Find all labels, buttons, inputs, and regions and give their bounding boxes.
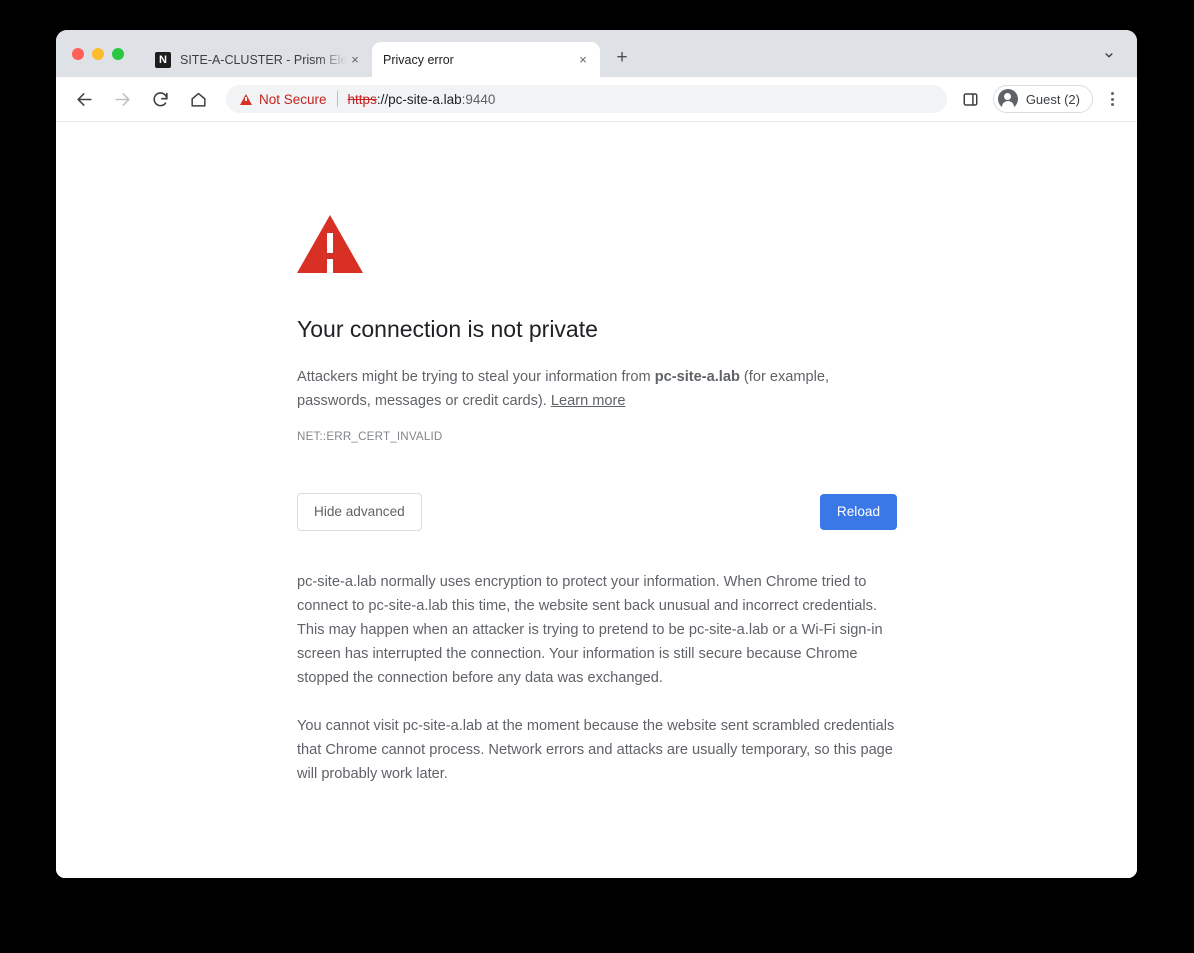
warning-triangle-icon [297,215,363,273]
lead-hostname: pc-site-a.lab [654,368,740,385]
page-viewport: Your connection is not private Attackers… [56,122,1137,878]
nutanix-favicon: N [155,51,171,68]
learn-more-link[interactable]: Learn more [551,393,626,409]
lead-paragraph: Attackers might be trying to steal your … [297,366,897,413]
tab-title: SITE-A-CLUSTER - Prism Elem [180,52,347,67]
reload-button[interactable]: Reload [819,494,897,531]
back-arrow-icon[interactable] [70,85,98,113]
lead-text-before: Attackers might be trying to steal your … [297,368,655,385]
url-text: https://pc-site-a.lab:9440 [348,92,496,107]
advanced-paragraph-1: pc-site-a.lab normally uses encryption t… [297,574,883,687]
url-port: :9440 [461,91,496,107]
interstitial-button-row: Hide advanced Reload [297,493,897,532]
error-code: NET::ERR_CERT_INVALID [297,430,443,444]
reload-icon[interactable] [146,85,174,113]
chevron-down-icon[interactable] [1095,41,1123,69]
browser-window: N SITE-A-CLUSTER - Prism Elem × Privacy … [56,30,1137,878]
zoom-window-button[interactable] [112,47,124,60]
tab-privacy-error[interactable]: Privacy error × [372,42,600,77]
tab-strip: N SITE-A-CLUSTER - Prism Elem × Privacy … [56,30,1137,77]
tab-list: N SITE-A-CLUSTER - Prism Elem × Privacy … [144,30,636,77]
address-bar[interactable]: Not Secure https://pc-site-a.lab:9440 [226,85,947,113]
advanced-paragraph-2: You cannot visit pc-site-a.lab at the mo… [297,718,895,782]
tab-site-a-cluster[interactable]: N SITE-A-CLUSTER - Prism Elem × [144,42,372,77]
url-host: pc-site-a.lab [388,91,462,107]
person-avatar-icon [997,89,1018,109]
warning-triangle-icon [240,93,252,105]
window-traffic-lights [72,30,144,77]
url-separator: :// [376,91,389,107]
side-panel-icon[interactable] [957,85,985,113]
new-tab-button[interactable]: + [608,45,636,73]
close-window-button[interactable] [72,47,84,60]
not-secure-label: Not Secure [259,91,327,107]
tab-title: Privacy error [383,52,454,67]
home-icon[interactable] [184,85,212,113]
ssl-interstitial: Your connection is not private Attackers… [297,215,897,811]
omnibox-divider [336,91,338,107]
profile-button[interactable]: Guest (2) [992,85,1093,113]
profile-label: Guest (2) [1025,91,1080,107]
close-tab-icon[interactable]: × [347,52,363,68]
page-title: Your connection is not private [297,316,598,342]
three-dot-menu-icon[interactable] [1099,85,1125,113]
url-scheme: https [347,91,377,107]
close-tab-icon[interactable]: × [575,52,591,68]
forward-arrow-icon[interactable] [108,85,136,113]
browser-toolbar: Not Secure https://pc-site-a.lab:9440 Gu… [56,77,1137,122]
minimize-window-button[interactable] [92,47,104,60]
hide-advanced-button[interactable]: Hide advanced [297,493,422,532]
